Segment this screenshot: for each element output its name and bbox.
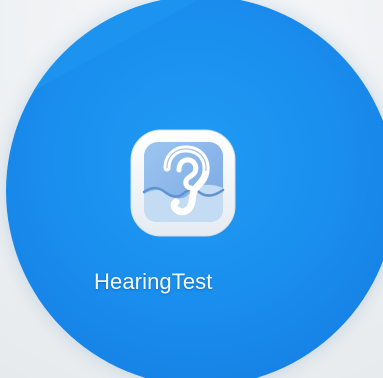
app-shortcut-hearingtest[interactable]: [127, 128, 239, 240]
ear-with-waveform-icon: [130, 129, 236, 237]
photo-frame: HearingTest: [0, 0, 383, 378]
hearing-test-app-icon[interactable]: [129, 128, 237, 240]
app-label-hearingtest[interactable]: HearingTest: [94, 269, 294, 295]
